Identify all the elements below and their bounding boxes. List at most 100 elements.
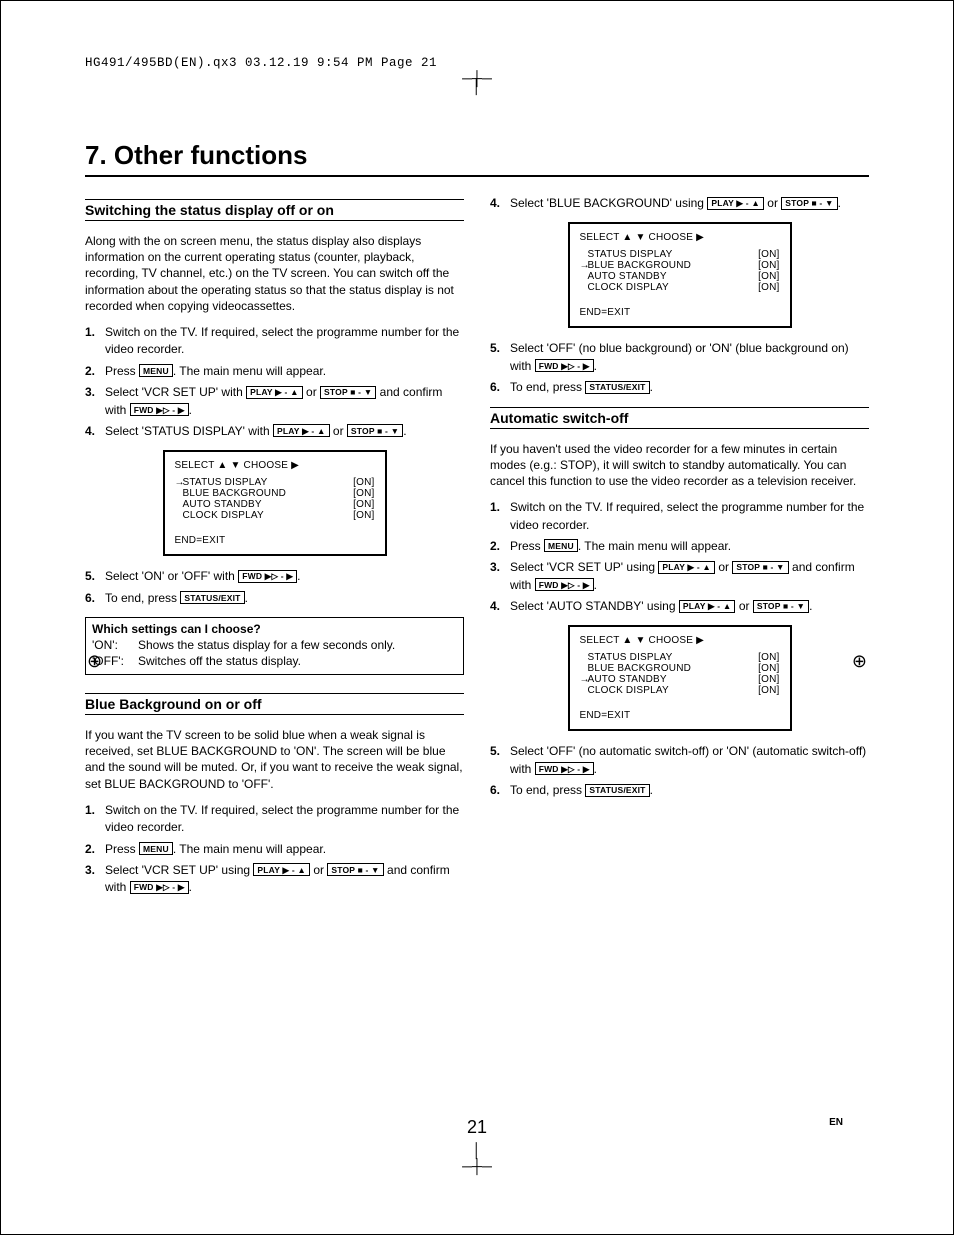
steps-auto-off: 1.Switch on the TV. If required, select … [490,499,869,615]
key-menu: MENU [139,364,173,377]
key-fwd: FWD ▶▷ - ▶ [130,403,189,416]
osd-row-value: [ON] [758,249,779,260]
key-stop: STOP ■ - ▼ [781,197,837,210]
key-stop: STOP ■ - ▼ [347,424,403,437]
step-text: Select 'VCR SET UP' using [510,560,658,574]
osd-row-label: BLUE BACKGROUND [588,663,759,674]
step-text: Switch on the TV. If required, select th… [510,500,864,531]
right-column: 4. Select 'BLUE BACKGROUND' using PLAY ▶… [490,195,869,907]
step-text: or [764,196,781,210]
step-text: Select 'BLUE BACKGROUND' using [510,196,707,210]
osd-row-label: AUTO STANDBY [588,674,759,685]
osd-row-label: BLUE BACKGROUND [588,260,759,271]
key-play: PLAY ▶ - ▲ [273,424,330,437]
key-play: PLAY ▶ - ▲ [679,600,736,613]
osd-row-value: [ON] [353,510,374,521]
osd-row-label: BLUE BACKGROUND [183,488,354,499]
note-value: Switches off the status display. [138,654,301,668]
note-value: Shows the status display for a few secon… [138,638,395,652]
osd-row-value: [ON] [353,488,374,499]
key-menu: MENU [139,842,173,855]
osd-header: SELECT ▲ ▼ CHOOSE ▶ [580,232,780,243]
step-text: . [650,380,653,394]
step-text: . [245,591,248,605]
key-menu: MENU [544,539,578,552]
section-blue-bg: Blue Background on or off [85,693,464,715]
osd-row-value: [ON] [758,652,779,663]
osd-header: SELECT ▲ ▼ CHOOSE ▶ [580,635,780,646]
step-text: . The main menu will appear. [173,364,326,378]
step-text: . [838,196,841,210]
osd-row-label: CLOCK DISPLAY [588,282,759,293]
step-text: . The main menu will appear. [578,539,731,553]
osd-row-value: [ON] [758,260,779,271]
key-fwd: FWD ▶▷ - ▶ [130,881,189,894]
section-auto-off: Automatic switch-off [490,407,869,429]
step-text: . [403,424,406,438]
osd-row-label: AUTO STANDBY [183,499,354,510]
section-status-display: Switching the status display off or on [85,199,464,221]
note-key: 'ON': [92,638,138,652]
key-status-exit: STATUS/EXIT [585,784,649,797]
step-text: Select 'STATUS DISPLAY' with [105,424,273,438]
settings-note-box: Which settings can I choose? 'ON':Shows … [85,617,464,675]
crop-mark-top: ─┼─│ [85,74,869,90]
osd-row-value: [ON] [758,282,779,293]
language-code: EN [829,1117,843,1128]
step-text: Select 'VCR SET UP' using [105,863,253,877]
step-text: . [594,578,597,592]
osd-header: SELECT ▲ ▼ CHOOSE ▶ [175,460,375,471]
step-text: Switch on the TV. If required, select th… [105,803,459,834]
osd-row-value: [ON] [758,271,779,282]
osd-row-value: [ON] [758,674,779,685]
step-text: . [809,599,812,613]
step-text: . [594,762,597,776]
step-text: . The main menu will appear. [173,842,326,856]
key-stop: STOP ■ - ▼ [320,386,376,399]
step-text: To end, press [510,783,585,797]
step-text: or [735,599,752,613]
osd-row-value: [ON] [353,477,374,488]
key-fwd: FWD ▶▷ - ▶ [535,359,594,372]
key-stop: STOP ■ - ▼ [732,561,788,574]
intro-paragraph: If you want the TV screen to be solid bl… [85,727,464,792]
key-fwd: FWD ▶▷ - ▶ [535,762,594,775]
steps-bluebg-cont2: 5. Select 'OFF' (no blue background) or … [490,340,869,396]
step-text: Select 'VCR SET UP' with [105,385,246,399]
step-text: To end, press [510,380,585,394]
key-fwd: FWD ▶▷ - ▶ [535,578,594,591]
key-play: PLAY ▶ - ▲ [707,197,764,210]
key-play: PLAY ▶ - ▲ [658,561,715,574]
step-text: Press [105,842,139,856]
steps-bluebg-cont: 4. Select 'BLUE BACKGROUND' using PLAY ▶… [490,195,869,212]
step-text: or [310,863,327,877]
osd-row-value: [ON] [758,663,779,674]
key-status-exit: STATUS/EXIT [180,591,244,604]
osd-screenshot-status: SELECT ▲ ▼ CHOOSE ▶ →STATUS DISPLAY[ON] … [163,450,387,556]
steps-status: 1.Switch on the TV. If required, select … [85,324,464,440]
crop-mark-bottom: │─┼─ [1,1142,953,1174]
step-text: . [650,783,653,797]
osd-row-value: [ON] [758,685,779,696]
registration-mark-right: ⊕ [852,651,867,672]
osd-row-label: STATUS DISPLAY [183,477,354,488]
step-text: or [303,385,320,399]
osd-screenshot-bluebg: SELECT ▲ ▼ CHOOSE ▶ STATUS DISPLAY[ON] →… [568,222,792,328]
steps-bluebg: 1.Switch on the TV. If required, select … [85,802,464,897]
step-text: . [189,880,192,894]
step-text: Switch on the TV. If required, select th… [105,325,459,356]
key-stop: STOP ■ - ▼ [753,600,809,613]
osd-footer: END=EXIT [580,710,780,721]
step-text: or [330,424,347,438]
osd-footer: END=EXIT [175,535,375,546]
step-text: Press [105,364,139,378]
osd-row-label: CLOCK DISPLAY [588,685,759,696]
osd-row-label: STATUS DISPLAY [588,652,759,663]
osd-screenshot-auto: SELECT ▲ ▼ CHOOSE ▶ STATUS DISPLAY[ON] B… [568,625,792,731]
osd-row-label: AUTO STANDBY [588,271,759,282]
step-text: Select 'ON' or 'OFF' with [105,569,238,583]
print-header: HG491/495BD(EN).qx3 03.12.19 9:54 PM Pag… [85,56,869,70]
step-text: . [594,359,597,373]
step-text: Select 'AUTO STANDBY' using [510,599,679,613]
key-status-exit: STATUS/EXIT [585,381,649,394]
